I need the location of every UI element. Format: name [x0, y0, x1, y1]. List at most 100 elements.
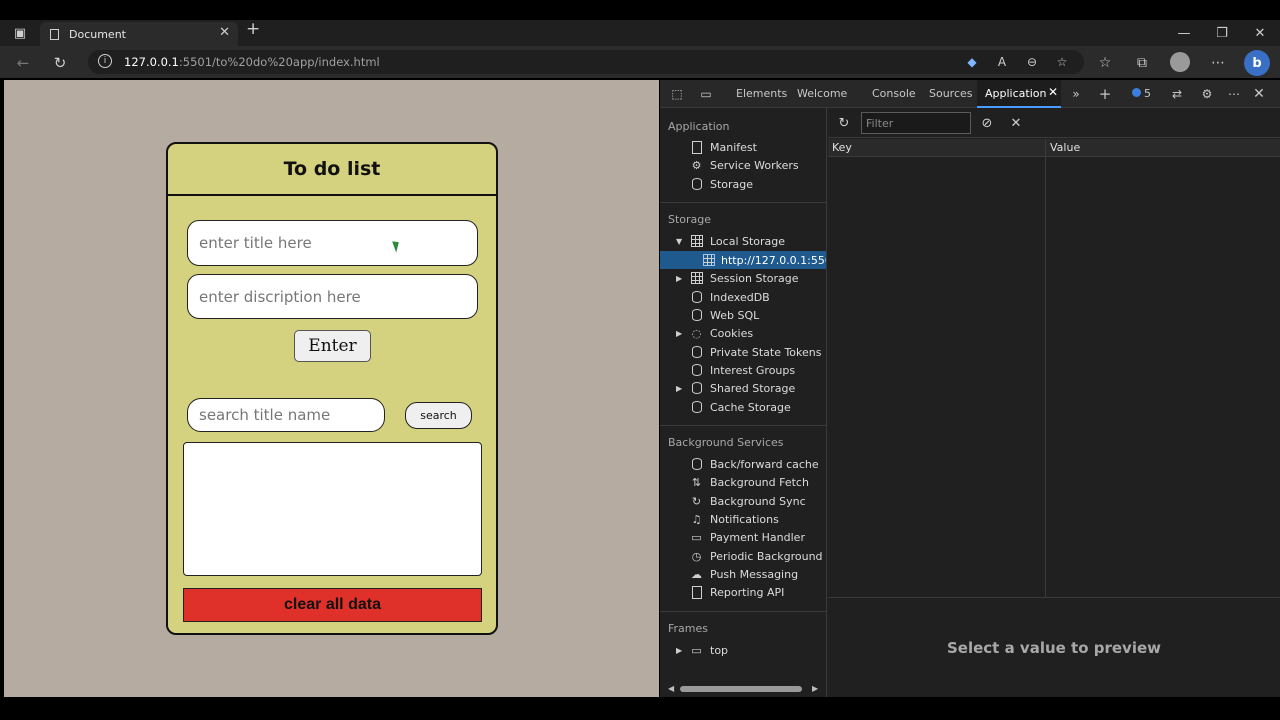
sidebar-item-label: Reporting API	[710, 585, 785, 599]
value-preview-placeholder: Select a value to preview	[947, 638, 1161, 657]
sidebar-item-web-sql[interactable]: Web SQL	[660, 306, 826, 324]
todo-card: To do list enter title here enter discri…	[166, 142, 498, 635]
customize-menu-icon[interactable]: ⋯	[1225, 85, 1243, 103]
sidebar-item-interest-groups[interactable]: Interest Groups	[660, 361, 826, 379]
sidebar-item-cache-storage[interactable]: Cache Storage	[660, 398, 826, 416]
sidebar-item-payment-handler[interactable]: ▭ Payment Handler	[660, 528, 826, 546]
sidebar-item-cookies[interactable]: ▶ ◌ Cookies	[660, 324, 826, 342]
sidebar-item-local-storage[interactable]: ▼ Local Storage	[660, 232, 826, 250]
collapsed-triangle-icon[interactable]: ▶	[676, 329, 682, 338]
browser-tab[interactable]: Document ✕	[40, 22, 238, 46]
sidebar-item-background-sync[interactable]: ↻ Background Sync	[660, 492, 826, 510]
delete-selected-icon[interactable]: ✕	[1007, 114, 1025, 132]
sidebar-item-label: Web SQL	[710, 308, 760, 322]
sidebar-item-notifications[interactable]: ♫ Notifications	[660, 510, 826, 528]
enter-button[interactable]: Enter	[294, 330, 371, 362]
add-tab-icon[interactable]: +	[1096, 85, 1114, 103]
letterbox-bottom	[0, 698, 1280, 720]
tab-welcome[interactable]: Welcome	[797, 87, 847, 100]
refresh-icon[interactable]: ↻	[49, 52, 71, 74]
sidebar-item-background-fetch[interactable]: ⇅ Background Fetch	[660, 473, 826, 491]
tab-actions-icon[interactable]: ▣	[0, 20, 40, 46]
clock-icon: ◷	[691, 549, 702, 563]
collapsed-triangle-icon[interactable]: ▶	[676, 384, 682, 393]
sidebar-item-session-storage[interactable]: ▶ Session Storage	[660, 269, 826, 287]
sidebar-item-periodic-background-sync[interactable]: ◷ Periodic Background Sync	[660, 547, 826, 565]
clear-all-icon[interactable]: ⊘	[978, 114, 996, 132]
sidebar-item-frame-top[interactable]: ▶ ▭ top	[660, 641, 826, 659]
sidebar-item-service-workers[interactable]: ⚙ Service Workers	[660, 156, 826, 174]
url-bar[interactable]: i 127.0.0.1:5501/to%20do%20app/index.htm…	[88, 50, 1084, 74]
title-input[interactable]: enter title here	[187, 220, 478, 266]
scroll-right-icon[interactable]: ▶	[812, 684, 818, 693]
search-button[interactable]: search	[405, 402, 472, 429]
tab-elements[interactable]: Elements	[736, 87, 787, 100]
sidebar-item-private-state-tokens[interactable]: Private State Tokens	[660, 343, 826, 361]
scrollbar-thumb[interactable]	[680, 686, 802, 692]
sidebar-item-shared-storage[interactable]: ▶ Shared Storage	[660, 379, 826, 397]
back-icon[interactable]: ←	[12, 52, 34, 74]
up-down-arrows-icon: ⇅	[691, 475, 702, 489]
sidebar-item-indexeddb[interactable]: IndexedDB	[660, 288, 826, 306]
site-info-icon[interactable]: i	[98, 54, 112, 68]
device-toolbar-icon[interactable]: ▭	[697, 85, 715, 103]
tab-console[interactable]: Console	[872, 87, 916, 100]
database-icon	[690, 382, 703, 395]
search-input[interactable]: search title name	[187, 398, 385, 432]
tab-application[interactable]: Application	[985, 87, 1046, 100]
more-tabs-icon[interactable]: »	[1067, 85, 1085, 103]
clear-all-button[interactable]: clear all data	[183, 588, 482, 622]
tab-close-icon[interactable]: ✕	[219, 25, 230, 40]
favorite-add-icon[interactable]: ☆	[1054, 54, 1070, 70]
tab-sources[interactable]: Sources	[929, 87, 973, 100]
network-conditions-icon[interactable]: ⇄	[1168, 85, 1186, 103]
devtools-panel: ⬚ ▭ Elements Welcome Console Sources App…	[660, 80, 1280, 697]
section-divider	[660, 202, 826, 203]
sidebar-item-reporting-api[interactable]: Reporting API	[660, 583, 826, 601]
storage-toolbar: ↻ Filter ⊘ ✕	[828, 108, 1280, 138]
sidebar-item-back-forward-cache[interactable]: Back/forward cache	[660, 455, 826, 473]
todo-title: To do list	[168, 144, 496, 196]
column-header-value[interactable]: Value	[1046, 139, 1280, 157]
new-tab-icon[interactable]: +	[246, 19, 260, 39]
restore-icon[interactable]: ❐	[1202, 20, 1242, 46]
sidebar-item-label: Payment Handler	[710, 530, 805, 544]
tab-application-close-icon[interactable]: ✕	[1048, 85, 1058, 99]
scroll-left-icon[interactable]: ◀	[668, 684, 674, 693]
refresh-icon[interactable]: ↻	[835, 114, 853, 132]
filter-input[interactable]: Filter	[861, 112, 971, 134]
more-icon[interactable]: ⋯	[1207, 52, 1229, 74]
settings-gear-icon[interactable]: ⚙	[1198, 85, 1216, 103]
sidebar-item-manifest[interactable]: Manifest	[660, 138, 826, 156]
credit-card-icon: ▭	[691, 530, 702, 544]
collections-icon[interactable]: ⧉	[1131, 52, 1153, 74]
window-frame-icon: ▭	[691, 643, 702, 657]
database-icon	[690, 178, 703, 191]
zoom-out-icon[interactable]: ⊖	[1024, 54, 1040, 70]
sidebar-item-local-origin[interactable]: http://127.0.0.1:5501/	[660, 251, 826, 269]
bell-icon: ♫	[691, 512, 702, 526]
description-input[interactable]: enter discription here	[187, 274, 478, 319]
sidebar-item-label: Cache Storage	[710, 400, 791, 414]
sync-icon: ↻	[691, 494, 702, 508]
column-header-key[interactable]: Key	[828, 139, 1045, 157]
expanded-triangle-icon[interactable]: ▼	[676, 237, 682, 246]
read-aloud-icon[interactable]: A	[994, 54, 1010, 70]
issues-badge[interactable]: 5	[1132, 87, 1151, 100]
window-close-icon[interactable]: ✕	[1240, 20, 1280, 46]
database-icon	[690, 309, 703, 322]
collapsed-triangle-icon[interactable]: ▶	[676, 646, 682, 655]
sidebar-item-push-messaging[interactable]: ☁ Push Messaging	[660, 565, 826, 583]
inspect-icon[interactable]: ⬚	[668, 85, 686, 103]
sidebar-item-label: top	[710, 643, 729, 657]
extension-tag-icon[interactable]: ◆	[964, 54, 980, 70]
sidebar-item-storage[interactable]: Storage	[660, 175, 826, 193]
favorites-icon[interactable]: ☆	[1094, 52, 1116, 74]
profile-avatar[interactable]	[1170, 52, 1190, 72]
bing-copilot-icon[interactable]: b	[1244, 50, 1270, 76]
devtools-close-icon[interactable]: ✕	[1250, 85, 1268, 103]
sidebar-horizontal-scrollbar[interactable]: ◀ ▶	[668, 684, 818, 693]
sidebar-item-label: Notifications	[710, 512, 779, 526]
collapsed-triangle-icon[interactable]: ▶	[676, 274, 682, 283]
minimize-icon[interactable]: —	[1164, 20, 1204, 46]
